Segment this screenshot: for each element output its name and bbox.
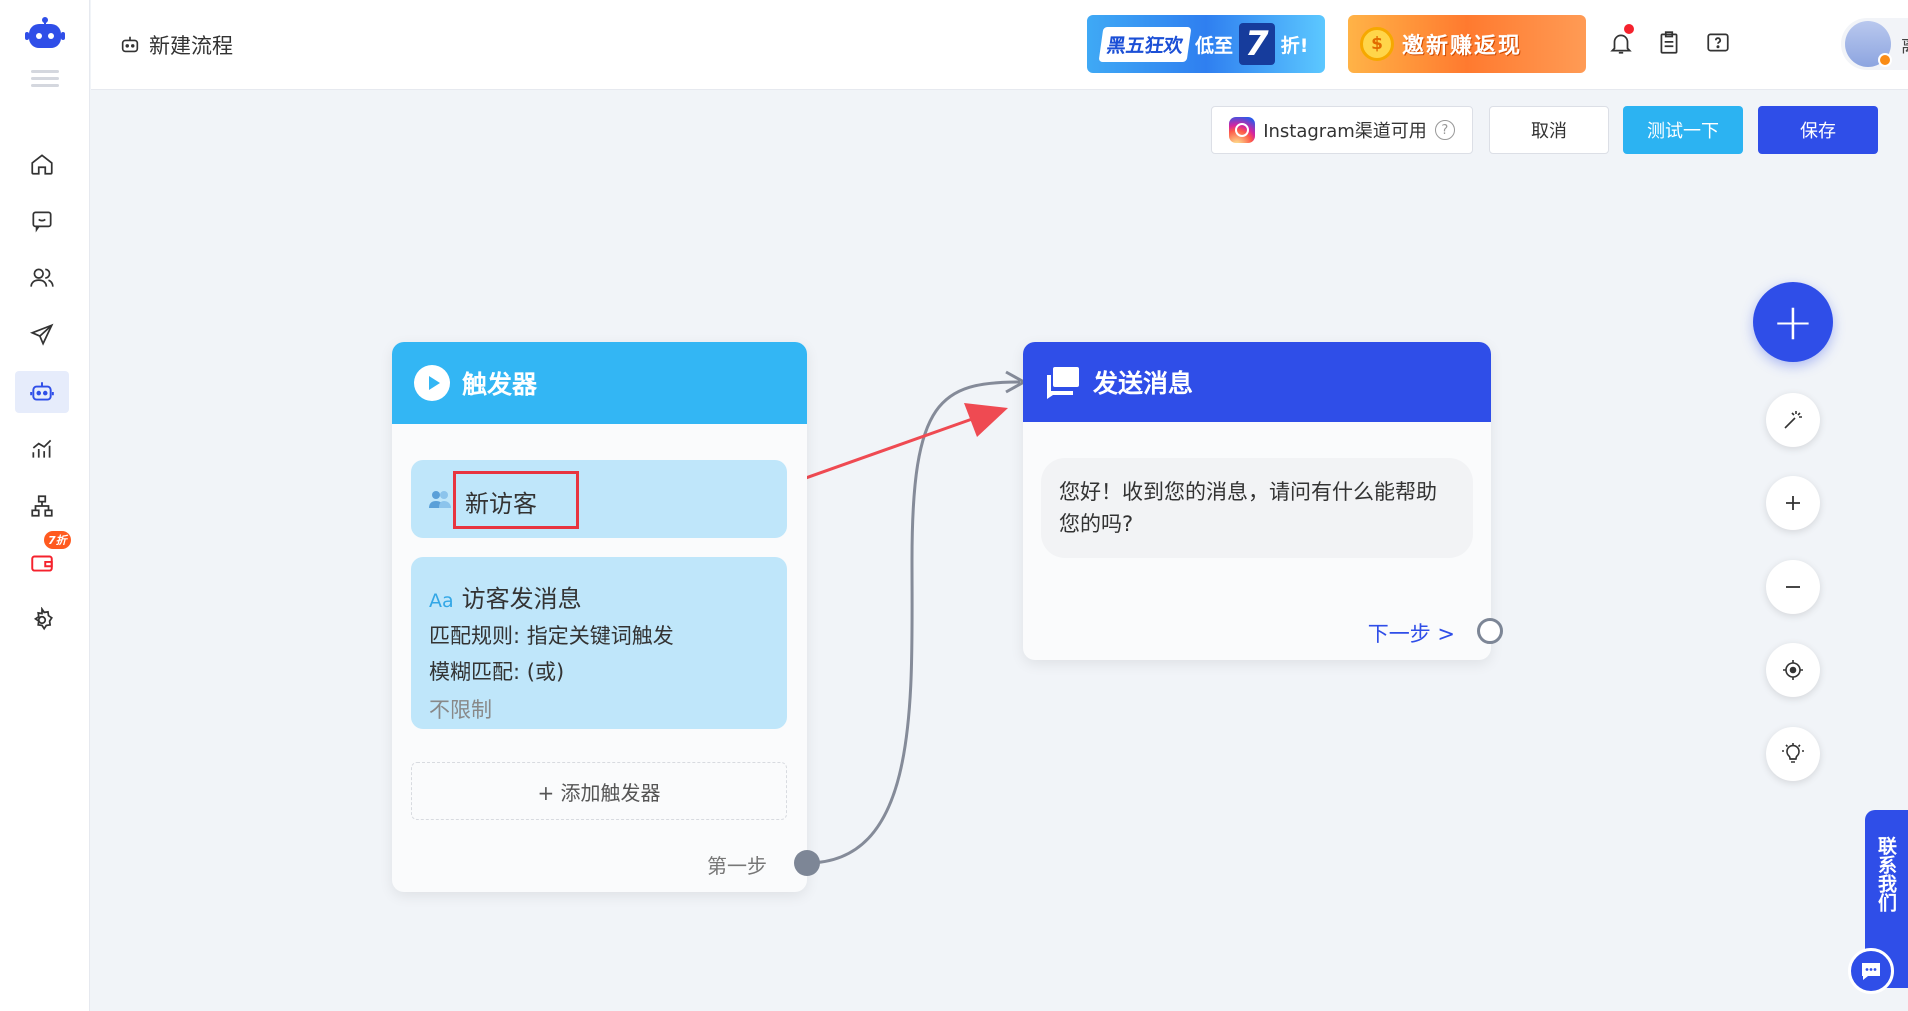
next-output-port[interactable] (1477, 618, 1503, 644)
promo-text: 低至 (1195, 34, 1234, 57)
cancel-button[interactable]: 取消 (1489, 106, 1609, 154)
lightbulb-icon (1782, 743, 1804, 763)
discount-badge: 7折 (44, 531, 71, 549)
top-header: 新建流程 黑五狂欢 低至 7 折! $ 邀新赚返现 离线 (91, 0, 1908, 90)
status-indicator (1878, 53, 1892, 67)
user-menu[interactable]: 离线 (1841, 18, 1908, 70)
target-icon (1783, 660, 1803, 680)
auto-layout-button[interactable] (1766, 393, 1820, 447)
wallet-icon (31, 555, 53, 572)
limit-text: 不限制 (429, 698, 492, 722)
promo-tag: 黑五狂欢 (1098, 26, 1192, 62)
sidebar-item-organization[interactable] (15, 485, 69, 527)
sidebar-item-settings[interactable] (15, 599, 69, 641)
send-message-node[interactable]: 发送消息 您好！收到您的消息，请问有什么能帮助您的吗? 下一步 > (1023, 342, 1503, 660)
user-status: 离线 (1901, 32, 1908, 57)
send-icon (29, 323, 54, 346)
sidebar: 7折 (0, 0, 90, 1011)
plus-icon: + (1772, 293, 1814, 351)
trigger-title: 触发器 (462, 370, 538, 399)
locate-button[interactable] (1766, 643, 1820, 697)
clipboard-icon (1660, 31, 1678, 54)
trigger-node[interactable]: 触发器 新访客 Aa 访客发消息 匹配规则: 指定关键词触发 模糊匹配: (或)… (392, 342, 820, 892)
chat-bubble-icon (1862, 963, 1880, 980)
robot-logo-icon[interactable] (24, 16, 66, 52)
home-icon (31, 154, 53, 175)
connection-arrowhead (1005, 370, 1028, 394)
sidebar-item-analytics[interactable] (15, 428, 69, 470)
step-label: 第一步 (707, 854, 767, 878)
zoom-out-button[interactable] (1766, 560, 1820, 614)
help-icon (1707, 33, 1729, 52)
notification-dot (1622, 22, 1636, 36)
contact-chat-button[interactable] (1848, 948, 1894, 994)
zoom-out-icon (1786, 586, 1800, 588)
annotation-highlight-box (453, 471, 579, 529)
test-button[interactable]: 测试一下 (1623, 106, 1743, 154)
send-message-title: 发送消息 (1093, 369, 1194, 398)
tips-button[interactable] (1766, 727, 1820, 781)
page-title: 新建流程 (119, 30, 233, 60)
clipboard-button[interactable] (1654, 28, 1684, 58)
trigger-item-visitor-message[interactable]: Aa 访客发消息 匹配规则: 指定关键词触发 模糊匹配: (或) 不限制 (411, 557, 787, 729)
instagram-label: Instagram渠道可用 (1263, 121, 1427, 142)
fuzzy-match: 模糊匹配: (或) (429, 660, 565, 684)
chart-icon (32, 439, 52, 458)
save-button[interactable]: 保存 (1758, 106, 1878, 154)
output-port[interactable] (794, 850, 820, 876)
chat-icon (32, 211, 52, 233)
match-rule: 匹配规则: 指定关键词触发 (429, 624, 674, 648)
zoom-in-button[interactable] (1766, 476, 1820, 530)
avatar (1845, 21, 1892, 67)
sidebar-item-home[interactable] (15, 143, 69, 185)
next-step-link[interactable]: 下一步 > (1368, 618, 1455, 648)
gear-icon (33, 607, 53, 631)
visitors-icon (429, 491, 451, 508)
sidebar-item-chat[interactable] (15, 200, 69, 242)
instagram-icon (1229, 117, 1256, 143)
messages-icon (1047, 367, 1079, 399)
menu-toggle-icon[interactable] (31, 70, 59, 88)
instagram-channel-button[interactable]: Instagram渠道可用 ? (1211, 106, 1473, 154)
robot-icon (30, 382, 54, 401)
promo-suffix: 折! (1280, 34, 1309, 57)
zoom-in-icon (1786, 496, 1800, 510)
black-friday-banner[interactable]: 黑五狂欢 低至 7 折! (1087, 15, 1325, 73)
connection-line (806, 380, 1021, 865)
flow-connectors (720, 370, 1028, 865)
sidebar-item-broadcast[interactable] (15, 314, 69, 356)
magic-wand-icon (1784, 411, 1802, 429)
sidebar-item-bot[interactable] (15, 371, 69, 413)
robot-small-icon (121, 36, 139, 53)
trigger-item-new-visitor[interactable]: 新访客 (411, 460, 787, 538)
play-icon (414, 365, 450, 401)
users-icon (30, 268, 54, 287)
coin-icon: $ (1360, 27, 1394, 61)
text-type-icon: Aa (429, 590, 454, 612)
page-title-text: 新建流程 (149, 34, 233, 58)
sidebar-item-contacts[interactable] (15, 257, 69, 299)
visitor-message-title: 访客发消息 (461, 585, 582, 613)
add-trigger-button[interactable]: + 添加触发器 (411, 762, 787, 820)
help-button[interactable] (1703, 28, 1733, 58)
send-message-header: 发送消息 (1023, 342, 1491, 422)
invite-text: 邀新赚返现 (1402, 34, 1523, 59)
org-tree-icon (31, 495, 53, 517)
invite-cashback-banner[interactable]: $ 邀新赚返现 (1348, 15, 1586, 73)
question-icon[interactable]: ? (1434, 120, 1455, 140)
promo-number: 7 (1239, 23, 1275, 65)
add-node-button[interactable]: + (1753, 282, 1833, 362)
visitor-message-title-row: Aa 访客发消息 (429, 579, 769, 614)
annotation-arrow-head (964, 403, 1008, 437)
message-bubble[interactable]: 您好！收到您的消息，请问有什么能帮助您的吗? (1041, 458, 1473, 558)
trigger-node-header: 触发器 (392, 342, 807, 424)
